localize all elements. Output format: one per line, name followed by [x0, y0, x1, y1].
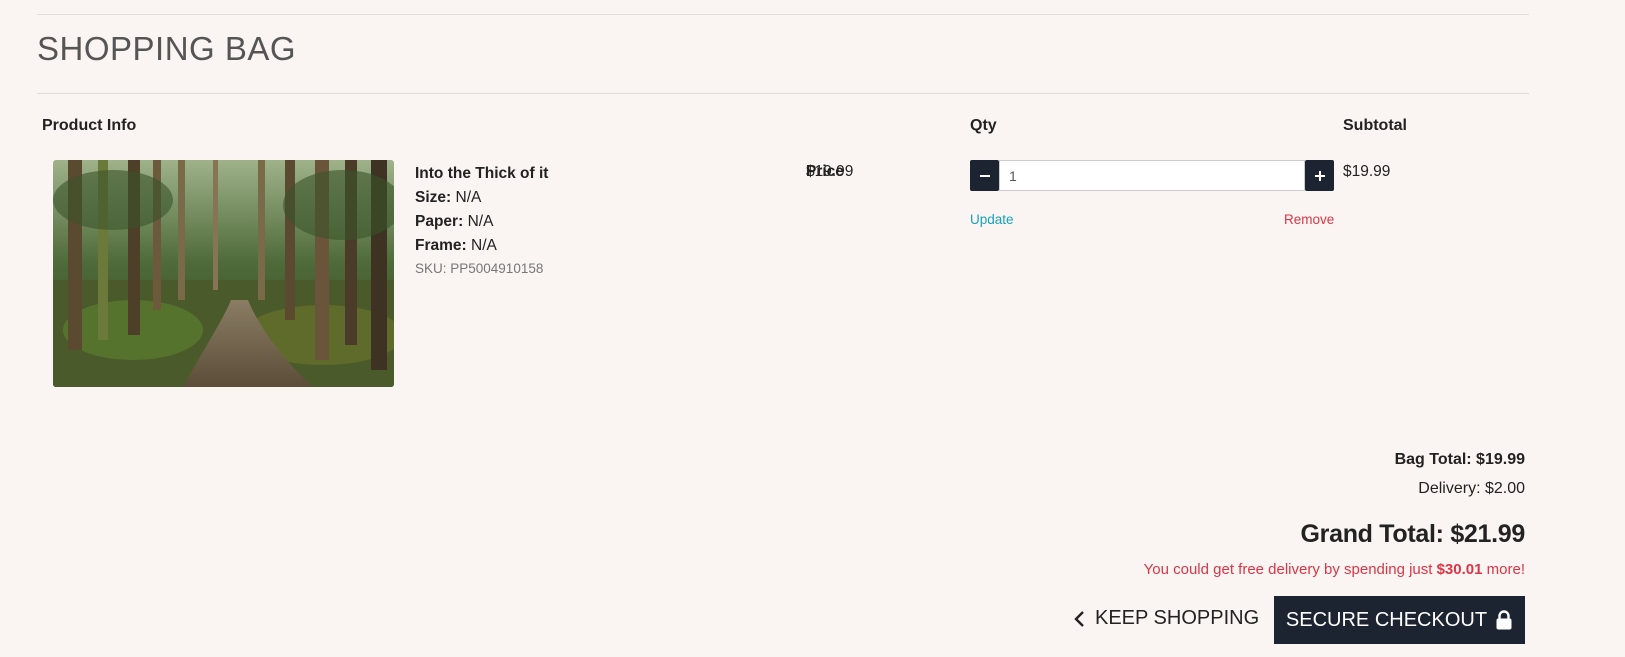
free-delivery-message: You could get free delivery by spending …	[1144, 561, 1525, 578]
size-label: Size:	[415, 189, 452, 206]
quantity-stepper	[970, 160, 1334, 191]
column-header-qty: Qty	[970, 117, 997, 134]
secure-checkout-button[interactable]: SECURE CHECKOUT	[1274, 596, 1525, 644]
product-frame: Frame: N/A	[415, 234, 548, 258]
header-divider	[37, 93, 1529, 94]
remove-link[interactable]: Remove	[1284, 212, 1334, 227]
update-link[interactable]: Update	[970, 212, 1014, 227]
column-header-subtotal: Subtotal	[1343, 117, 1407, 134]
column-header-product-info: Product Info	[42, 117, 137, 134]
product-name: Into the Thick of it	[415, 165, 549, 182]
quantity-input[interactable]	[999, 160, 1305, 191]
page-title: SHOPPING BAG	[37, 30, 297, 67]
frame-label: Frame:	[415, 237, 467, 254]
paper-value: N/A	[467, 213, 494, 230]
grand-total: Grand Total: $21.99	[1300, 520, 1526, 548]
increment-button[interactable]	[1305, 160, 1334, 191]
size-value: N/A	[455, 189, 482, 206]
product-paper: Paper: N/A	[415, 210, 548, 234]
plus-icon	[1314, 170, 1325, 181]
keep-shopping-button[interactable]: KEEP SHOPPING	[1073, 607, 1259, 630]
chevron-left-icon	[1074, 610, 1084, 627]
promo-suffix: more!	[1482, 561, 1525, 578]
product-details: Into the Thick of it Size: N/A Paper: N/…	[415, 162, 548, 280]
promo-amount: $30.01	[1436, 561, 1483, 578]
top-divider	[37, 14, 1529, 15]
promo-prefix: You could get free delivery by spending …	[1143, 561, 1437, 578]
product-image	[53, 160, 394, 387]
lock-icon	[1496, 610, 1512, 630]
product-size: Size: N/A	[415, 186, 548, 210]
minus-icon	[979, 174, 990, 177]
secure-checkout-label: SECURE CHECKOUT	[1285, 608, 1488, 631]
bag-total: Bag Total: $19.99	[1394, 451, 1525, 468]
item-price: $19.99	[806, 163, 854, 180]
keep-shopping-label: KEEP SHOPPING	[1095, 607, 1260, 629]
shopping-bag-page: SHOPPING BAG Product Info Price Qty Subt…	[0, 0, 1625, 657]
frame-value: N/A	[471, 237, 497, 254]
delivery-cost: Delivery: $2.00	[1418, 480, 1525, 497]
item-subtotal: $19.99	[1343, 163, 1391, 180]
decrement-button[interactable]	[970, 160, 999, 191]
paper-label: Paper:	[415, 213, 464, 230]
product-sku: SKU: PP5004910158	[415, 261, 544, 276]
